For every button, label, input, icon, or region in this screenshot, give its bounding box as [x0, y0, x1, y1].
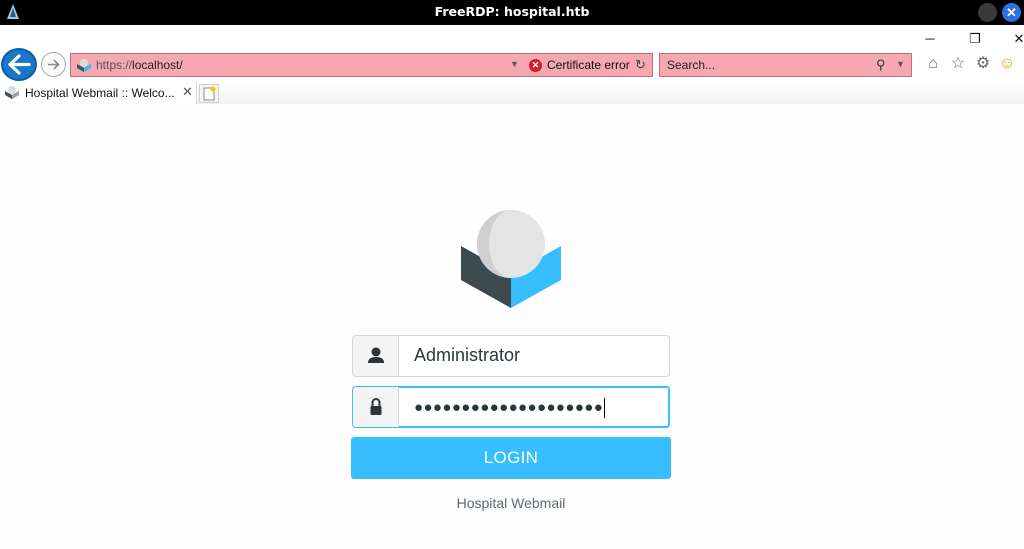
site-favicon-icon	[77, 59, 91, 72]
back-button[interactable]	[1, 48, 37, 81]
address-host: localhost/	[132, 58, 183, 72]
window-restore-button[interactable]: ❐	[967, 31, 983, 47]
password-addon	[353, 387, 399, 427]
window-minimize-button[interactable]: ─	[922, 31, 938, 47]
search-icon[interactable]: ⚲	[876, 57, 886, 73]
address-protocol: https://	[96, 58, 133, 72]
forward-button[interactable]	[41, 52, 66, 77]
home-icon[interactable]: ⌂	[923, 54, 943, 74]
tab-title: Hospital Webmail :: Welco...	[25, 86, 175, 100]
password-field[interactable]: ●●●●●●●●●●●●●●●●●●●●	[352, 386, 670, 428]
settings-gear-icon[interactable]: ⚙	[973, 54, 993, 74]
password-input[interactable]: ●●●●●●●●●●●●●●●●●●●●	[414, 398, 606, 418]
product-name: Hospital Webmail	[456, 495, 566, 511]
rdp-window-title: FreeRDP: hospital.htb	[434, 4, 590, 19]
username-field[interactable]: Administrator	[352, 335, 670, 377]
tab-strip: Hospital Webmail :: Welco... ✕	[0, 82, 1024, 104]
username-addon	[353, 336, 399, 376]
password-mask: ●●●●●●●●●●●●●●●●●●●●	[414, 398, 604, 416]
tab-close-icon[interactable]: ✕	[182, 84, 193, 100]
address-url[interactable]: https://localhost/	[96, 58, 183, 72]
new-tab-icon	[203, 86, 216, 101]
roundcube-logo-icon	[461, 210, 561, 308]
text-caret	[604, 398, 606, 418]
address-bar[interactable]: https://localhost/ ▼ ✕ Certificate error…	[70, 53, 653, 77]
webmail-login-page: Administrator ●●●●●●●●●●●●●●●●●●●● LOGIN…	[0, 104, 1024, 549]
new-tab-button[interactable]	[199, 84, 219, 103]
smiley-feedback-icon[interactable]: ☺	[997, 54, 1017, 74]
forward-arrow-icon	[48, 59, 60, 70]
user-icon	[368, 347, 384, 363]
rdp-close-button[interactable]: ✕	[1002, 3, 1021, 22]
username-input[interactable]: Administrator	[414, 345, 520, 366]
address-dropdown-icon[interactable]: ▼	[510, 59, 519, 69]
rdp-titlebar: FreeRDP: hospital.htb ✕	[0, 0, 1024, 25]
navigation-bar: https://localhost/ ▼ ✕ Certificate error…	[0, 48, 1024, 82]
certificate-error-icon[interactable]: ✕	[529, 59, 542, 72]
favorites-star-icon[interactable]: ☆	[948, 54, 968, 74]
window-close-button[interactable]: ✕	[1011, 31, 1024, 47]
login-button[interactable]: LOGIN	[351, 437, 671, 479]
search-bar[interactable]: Search... ⚲ ▼	[659, 53, 912, 77]
rdp-minimize-button[interactable]	[978, 3, 997, 22]
search-input[interactable]: Search...	[667, 58, 715, 72]
tab-favicon-icon	[5, 86, 19, 99]
back-arrow-icon	[8, 54, 31, 75]
lock-icon	[370, 398, 382, 415]
certificate-error-label[interactable]: Certificate error	[547, 58, 630, 72]
refresh-icon[interactable]: ↻	[635, 57, 646, 73]
tab-hospital-webmail[interactable]: Hospital Webmail :: Welco... ✕	[0, 82, 197, 104]
search-dropdown-icon[interactable]: ▼	[896, 59, 905, 69]
